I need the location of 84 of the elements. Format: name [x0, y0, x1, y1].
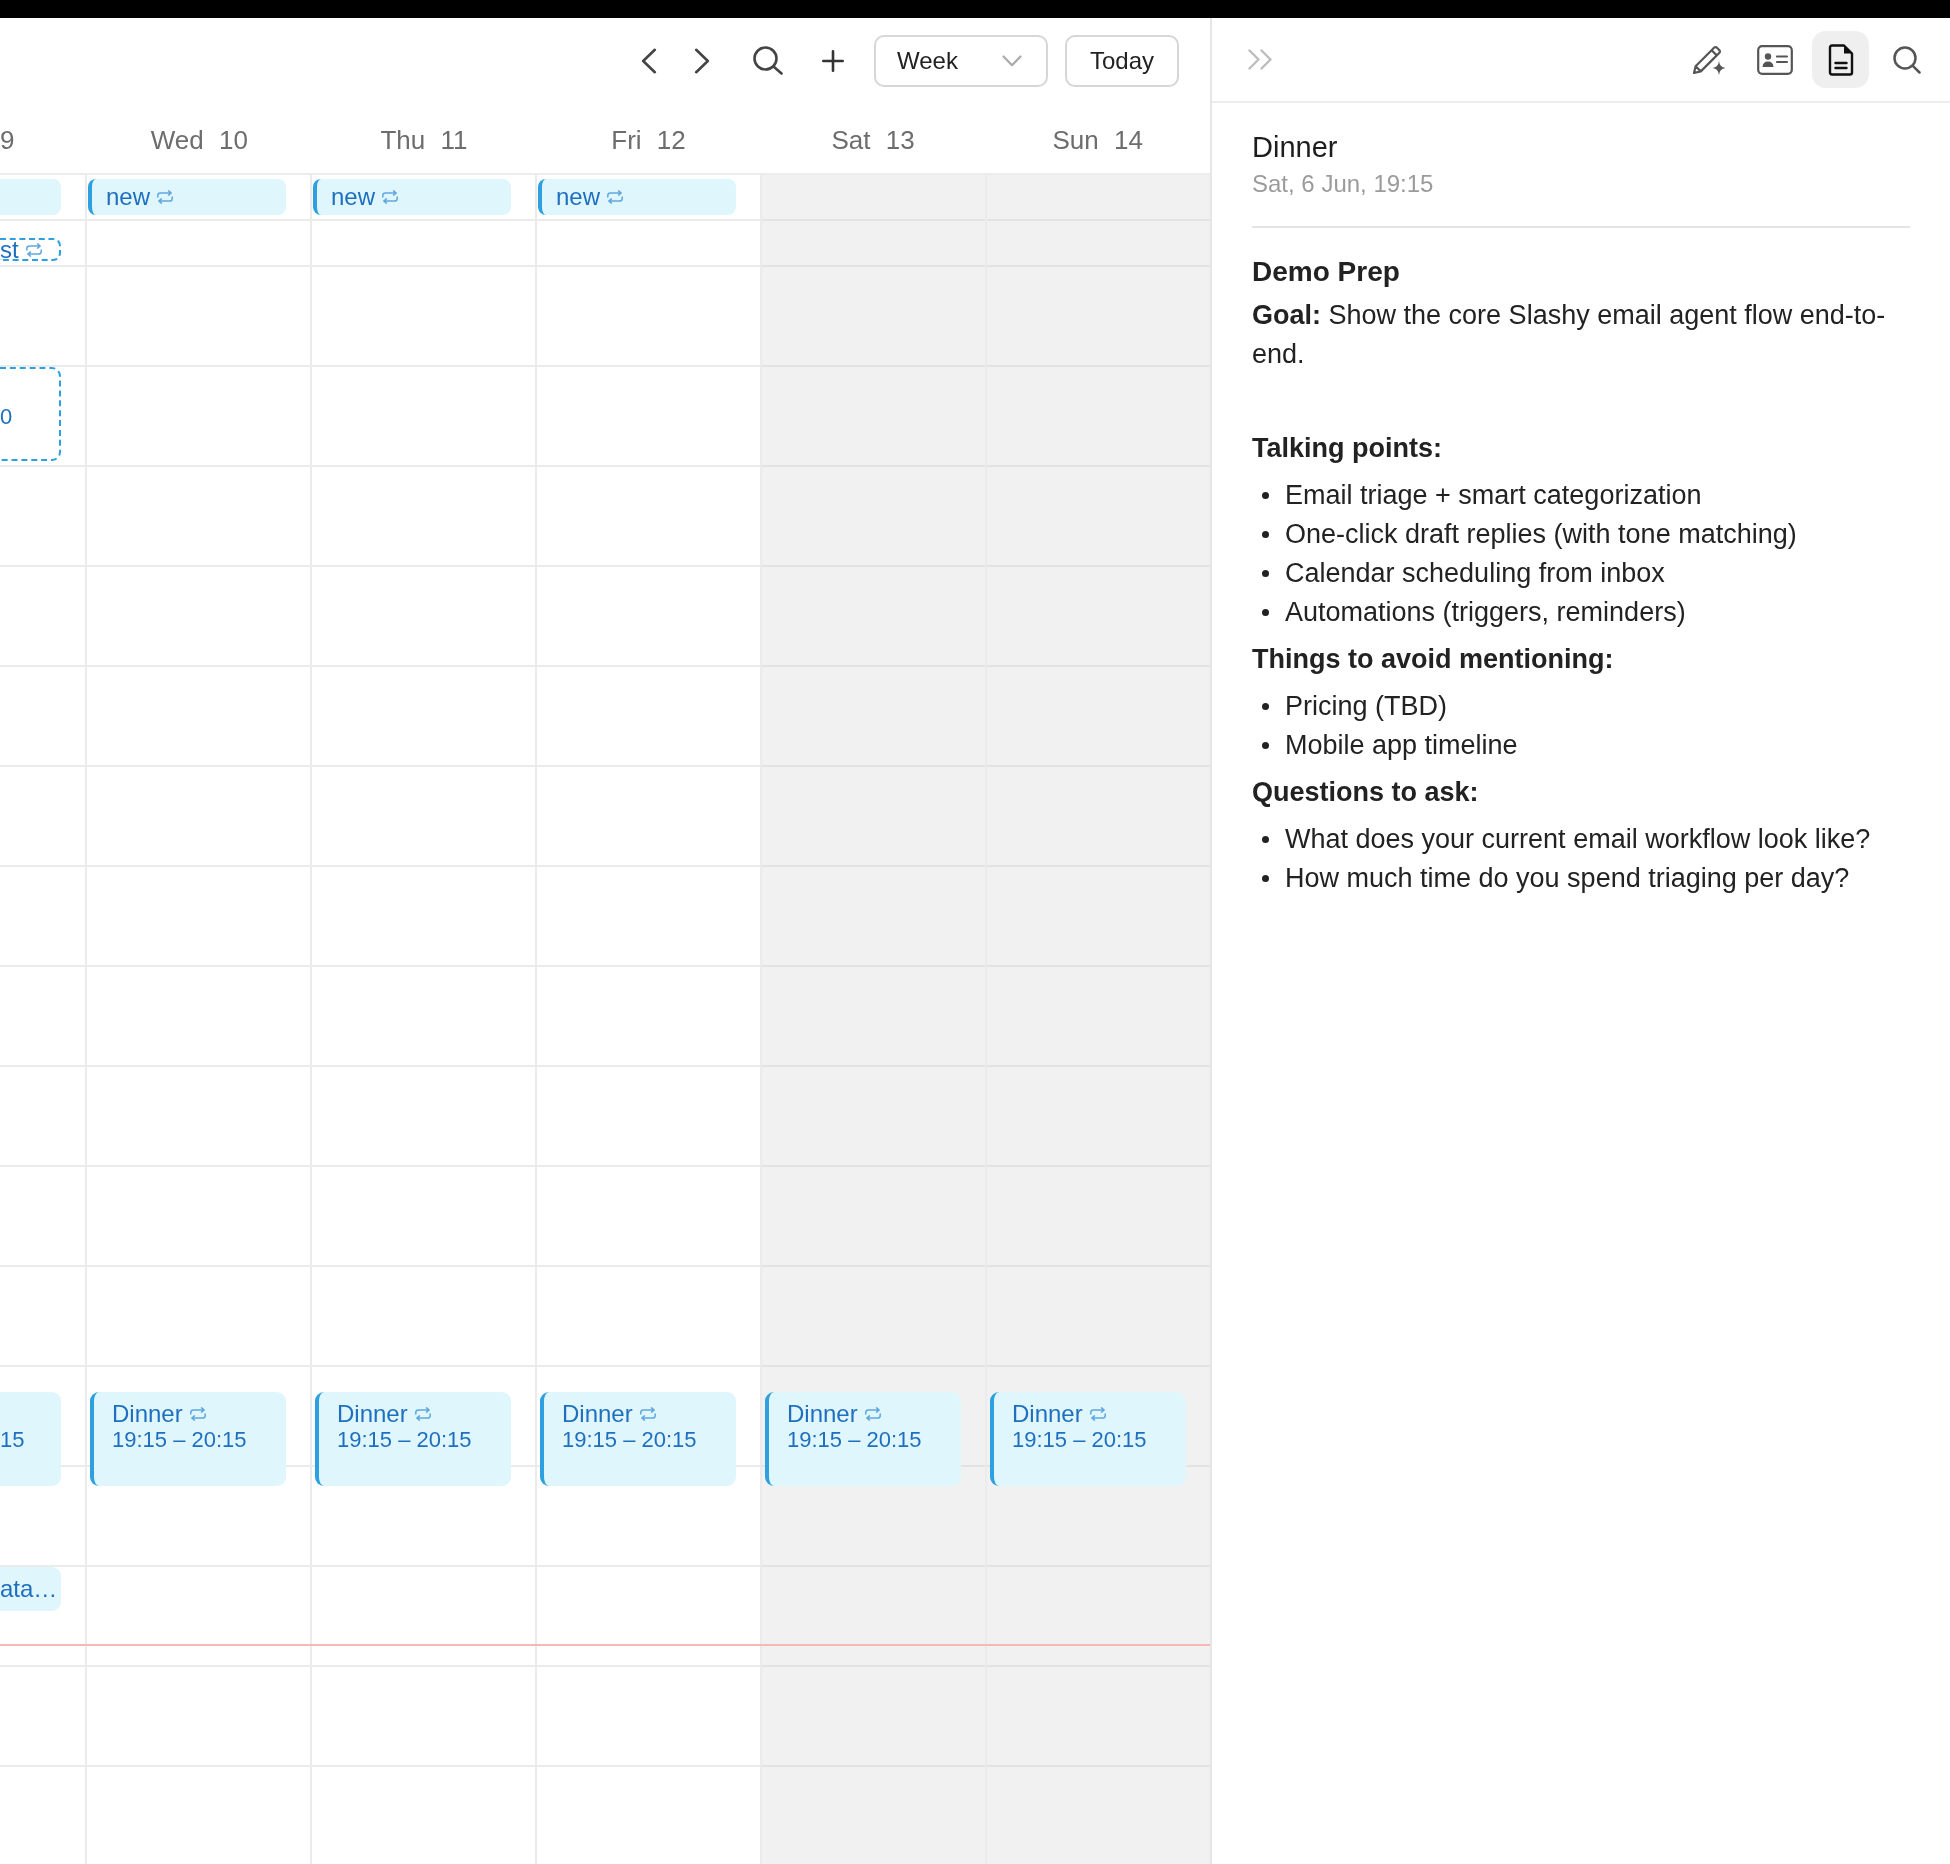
search-button[interactable] [753, 46, 783, 75]
event-card[interactable]: Dinner 19:15 – 20:15 [765, 1392, 961, 1486]
bullet-icon [1262, 609, 1269, 616]
day-header: Fri 12 [611, 124, 686, 156]
day-header: Wed 10 [150, 124, 248, 156]
event-title: Dinner [112, 1399, 183, 1428]
repeat-icon [638, 1406, 657, 1421]
day-header: Thu 11 [380, 124, 468, 156]
view-dropdown[interactable]: Week [874, 34, 1048, 87]
event-time: 0 [0, 405, 13, 429]
notes-tab[interactable] [1812, 31, 1869, 88]
event-card[interactable]: ata… [0, 1567, 61, 1611]
list-item-text: What does your current email workflow look like? [1285, 823, 1871, 856]
list-item-text: How much time do you spend triaging per day? [1285, 862, 1850, 895]
plus-icon [822, 49, 844, 72]
double-chevron-right-icon [1248, 49, 1274, 70]
search-icon [1892, 45, 1921, 74]
event-time: 19:15 – 20:15 [562, 1428, 697, 1452]
event-title: Dinner [1252, 130, 1339, 165]
previous-button[interactable] [641, 47, 657, 74]
event-title: st [0, 240, 19, 259]
bullet-icon [1262, 570, 1269, 577]
event-time: 19:15 – 20:15 [112, 1428, 247, 1452]
list-item-text: One-click draft replies (with tone matching) [1285, 518, 1797, 551]
note-heading: Things to avoid mentioning: [1252, 643, 1615, 676]
all-day-event[interactable]: new [88, 179, 286, 215]
event-card[interactable]: 0 [0, 367, 61, 461]
today-button[interactable]: Today [1065, 34, 1179, 87]
bullet-icon [1262, 875, 1269, 882]
document-icon [1827, 43, 1854, 76]
event-card[interactable]: Dinner 19:15 – 20:15 [990, 1392, 1186, 1486]
event-card[interactable]: 15 [0, 1392, 61, 1486]
repeat-icon [156, 190, 175, 204]
repeat-icon [863, 1406, 882, 1421]
repeat-icon [1088, 1406, 1107, 1421]
list-item-text: Mobile app timeline [1285, 729, 1518, 762]
list-item-text: Pricing (TBD) [1285, 690, 1447, 723]
id-card-icon [1756, 44, 1793, 75]
repeat-icon [188, 1406, 207, 1421]
event-time: 15 [0, 1428, 25, 1452]
event-time: 19:15 – 20:15 [787, 1428, 922, 1452]
bullet-icon [1262, 531, 1269, 538]
event-title: Dinner [787, 1399, 858, 1428]
event-card[interactable]: Dinner 19:15 – 20:15 [315, 1392, 511, 1486]
all-day-event[interactable]: new [538, 179, 736, 215]
chevron-down-icon [1002, 54, 1022, 67]
event-card[interactable]: Dinner 19:15 – 20:15 [90, 1392, 286, 1486]
note-paragraph: Goal: Show the core Slashy email agent flow end-to-end. [1252, 299, 1887, 371]
bullet-icon [1262, 836, 1269, 843]
day-header: Sat 13 [831, 124, 915, 156]
chevron-left-icon [641, 47, 657, 74]
event-card[interactable]: Dinner 19:15 – 20:15 [540, 1392, 736, 1486]
add-button[interactable] [822, 49, 844, 72]
bullet-icon [1262, 703, 1269, 710]
chevron-right-icon [694, 47, 710, 74]
event-title: new [106, 185, 151, 209]
bullet-icon [1262, 492, 1269, 499]
event-title: ata… [0, 1574, 58, 1603]
event-title: Dinner [562, 1399, 633, 1428]
repeat-icon [413, 1406, 432, 1421]
event-date-time: Sat, 6 Jun, 19:15 [1252, 169, 1435, 199]
list-item-text: Email triage + smart categorization [1285, 479, 1702, 512]
pencil-sparkle-icon [1691, 44, 1726, 75]
all-day-event[interactable]: st [0, 238, 61, 261]
note-heading: Talking points: [1252, 432, 1443, 465]
repeat-icon [606, 190, 625, 204]
list-item-text: Automations (triggers, reminders) [1285, 596, 1686, 629]
all-day-event[interactable]: new [313, 179, 511, 215]
note-title: Demo Prep [1252, 255, 1401, 289]
search-icon [753, 46, 783, 75]
repeat-icon [24, 242, 43, 257]
event-title: Dinner [1012, 1399, 1083, 1428]
day-header: 9 [0, 124, 15, 156]
event-time: 19:15 – 20:15 [1012, 1428, 1147, 1452]
next-button[interactable] [694, 47, 710, 74]
day-header: Sun 14 [1052, 124, 1143, 156]
event-title: new [331, 185, 376, 209]
list-item-text: Calendar scheduling from inbox [1285, 557, 1665, 590]
event-title: Dinner [337, 1399, 408, 1428]
note-heading: Questions to ask: [1252, 776, 1480, 809]
event-time: 19:15 – 20:15 [337, 1428, 472, 1452]
repeat-icon [381, 190, 400, 204]
bullet-icon [1262, 742, 1269, 749]
event-title: new [556, 185, 601, 209]
